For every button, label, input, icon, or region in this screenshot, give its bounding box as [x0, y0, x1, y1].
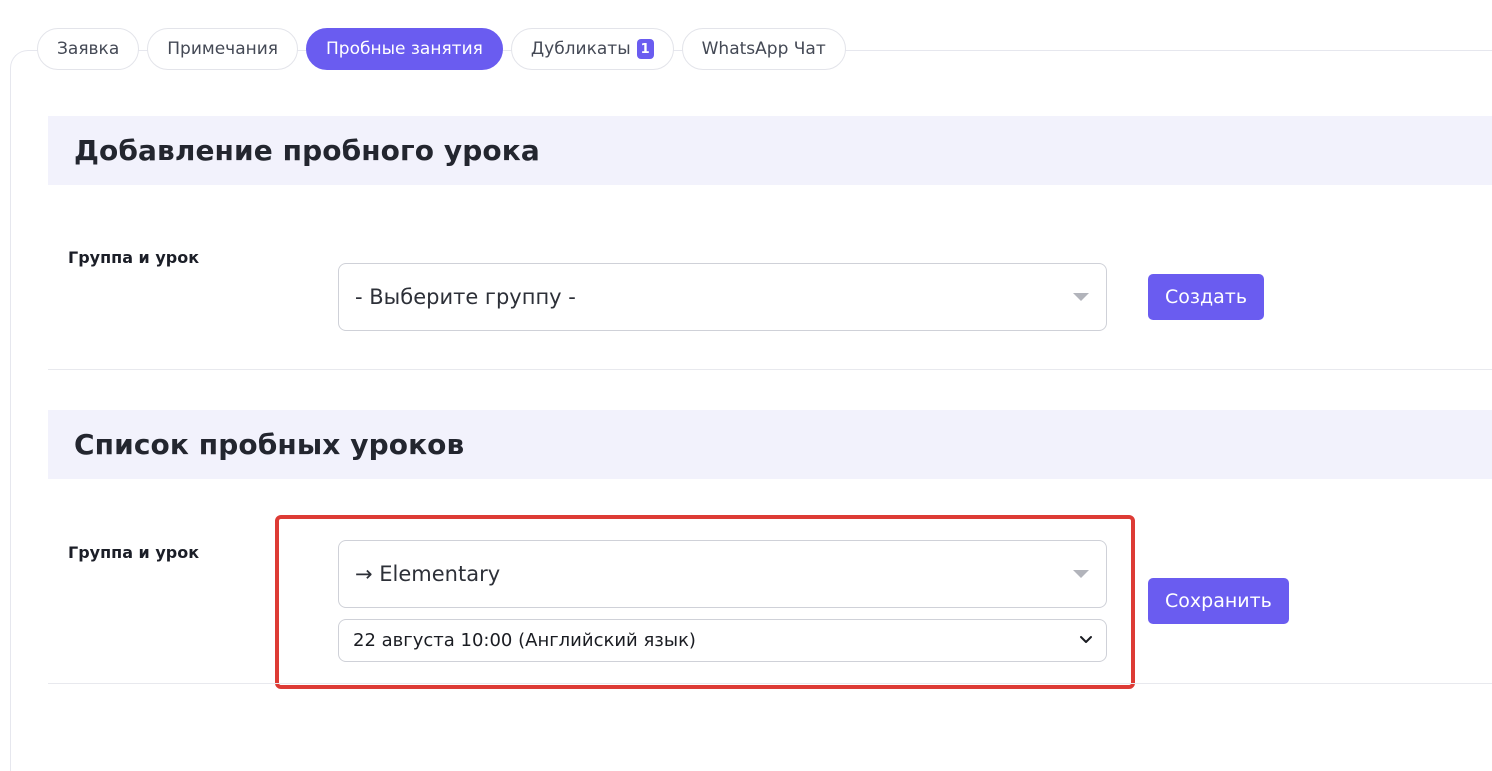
tab-trial-lessons[interactable]: Пробные занятия	[306, 28, 503, 70]
create-button[interactable]: Создать	[1148, 274, 1265, 320]
group-lesson-label: Группа и урок	[68, 248, 200, 267]
section-title: Добавление пробного урока	[74, 134, 540, 167]
group-select[interactable]: - Выберите группу -	[338, 263, 1107, 331]
duplicates-count-badge: 1	[636, 39, 654, 59]
save-button[interactable]: Сохранить	[1148, 578, 1289, 624]
add-trial-lesson-header: Добавление пробного урока	[48, 116, 1492, 185]
divider	[48, 369, 1492, 370]
chevron-down-icon	[1080, 636, 1092, 643]
group-select-value: → Elementary	[355, 562, 501, 586]
tab-notes[interactable]: Примечания	[147, 28, 299, 70]
lesson-select-value: 22 августа 10:00 (Английский язык)	[353, 630, 696, 651]
group-select[interactable]: → Elementary	[338, 540, 1107, 608]
tab-label: Заявка	[57, 39, 120, 59]
tab-label: Примечания	[167, 39, 279, 59]
section-title: Список пробных уроков	[74, 428, 465, 461]
tab-bar: Заявка Примечания Пробные занятия Дублик…	[37, 28, 846, 72]
divider	[48, 683, 1492, 684]
trial-lessons-list-header: Список пробных уроков	[48, 410, 1492, 479]
tab-label: WhatsApp Чат	[701, 39, 826, 59]
caret-down-icon	[1073, 570, 1089, 578]
tab-duplicates[interactable]: Дубликаты 1	[510, 28, 674, 70]
tab-application[interactable]: Заявка	[37, 28, 140, 70]
lesson-select[interactable]: 22 августа 10:00 (Английский язык)	[338, 619, 1107, 662]
group-select-value: - Выберите группу -	[355, 285, 576, 309]
caret-down-icon	[1073, 293, 1089, 301]
tab-label: Пробные занятия	[326, 39, 483, 59]
tab-whatsapp-chat[interactable]: WhatsApp Чат	[681, 28, 846, 70]
tab-label: Дубликаты	[530, 39, 631, 59]
group-lesson-label: Группа и урок	[68, 543, 200, 562]
